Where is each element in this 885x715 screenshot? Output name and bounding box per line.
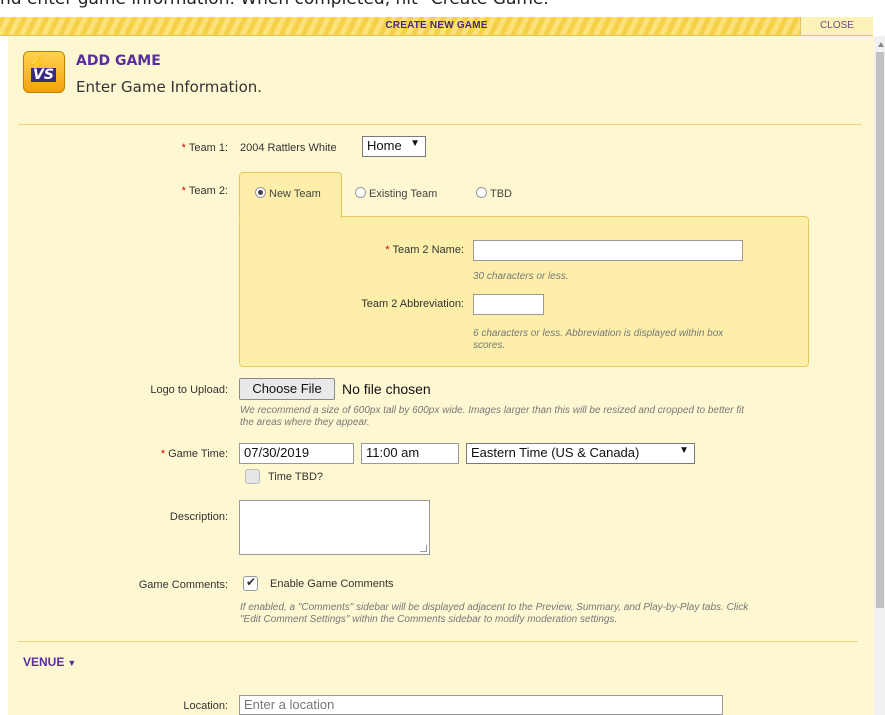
chevron-down-icon: ▼ — [679, 445, 689, 456]
caret-down-icon: ▼ — [67, 658, 77, 668]
scrollbar-thumb[interactable] — [876, 52, 884, 608]
game-time-label: * Game Time: — [160, 448, 228, 460]
dialog-title: CREATE NEW GAME — [385, 20, 488, 31]
instruction-text: nd enter game information. When complete… — [0, 0, 557, 9]
game-date-input[interactable]: 07/30/2019 — [239, 443, 354, 464]
team2-name-input[interactable] — [473, 240, 743, 261]
team1-name: 2004 Rattlers White — [240, 142, 337, 154]
team1-side-select[interactable]: Home ▼ — [362, 136, 426, 157]
time-tbd-label[interactable]: Time TBD? — [268, 471, 323, 483]
team2-label: * Team 2: — [181, 185, 228, 197]
time-tbd-checkbox[interactable] — [245, 469, 260, 484]
team2-abbr-hint: 6 characters or less. Abbreviation is di… — [473, 328, 724, 351]
enable-comments-label[interactable]: Enable Game Comments — [270, 578, 394, 590]
description-textarea[interactable] — [239, 500, 430, 555]
venue-toggle[interactable]: VENUE ▼ — [23, 655, 76, 669]
location-input[interactable]: Enter a location — [239, 695, 723, 715]
tbd-label[interactable]: TBD — [490, 188, 512, 200]
location-label: Location: — [183, 700, 228, 712]
logo-text: VS — [31, 67, 56, 83]
team2-abbr-input[interactable] — [473, 294, 544, 315]
team2-name-label: * Team 2 Name: — [385, 244, 464, 256]
team2-name-hint: 30 characters or less. — [473, 271, 569, 282]
new-team-label[interactable]: New Team — [269, 188, 321, 200]
vs-logo-icon: ⚡ VS — [23, 51, 65, 93]
divider — [18, 124, 862, 125]
timezone-select[interactable]: Eastern Time (US & Canada) ▼ — [466, 443, 695, 464]
logo-upload-label: Logo to Upload: — [150, 384, 228, 396]
team2-abbr-label: Team 2 Abbreviation: — [361, 298, 464, 310]
choose-file-button[interactable]: Choose File — [239, 378, 335, 400]
page-title: ADD GAME — [76, 53, 161, 69]
game-time-input[interactable]: 11:00 am — [361, 443, 459, 464]
new-team-radio[interactable] — [255, 187, 266, 198]
game-comments-label: Game Comments: — [138, 579, 228, 591]
file-status: No file chosen — [342, 381, 431, 397]
close-button[interactable]: CLOSE — [800, 17, 873, 35]
existing-team-radio[interactable] — [355, 187, 366, 198]
divider — [18, 641, 858, 642]
tbd-radio[interactable] — [476, 187, 487, 198]
logo-upload-hint: We recommend a size of 600px tall by 600… — [240, 405, 744, 428]
existing-team-label[interactable]: Existing Team — [369, 188, 437, 200]
description-label: Description: — [169, 511, 228, 523]
scroll-up-arrow-icon[interactable] — [878, 42, 884, 47]
resize-handle-icon[interactable] — [420, 545, 427, 552]
enable-comments-checkbox[interactable] — [243, 575, 258, 591]
page-subtitle: Enter Game Information. — [76, 78, 263, 96]
chevron-down-icon: ▼ — [410, 138, 420, 149]
comments-hint: If enabled, a "Comments" sidebar will be… — [240, 602, 749, 625]
team1-label: * Team 1: — [181, 142, 228, 154]
dialog-titlebar: CREATE NEW GAME CLOSE — [0, 17, 873, 36]
